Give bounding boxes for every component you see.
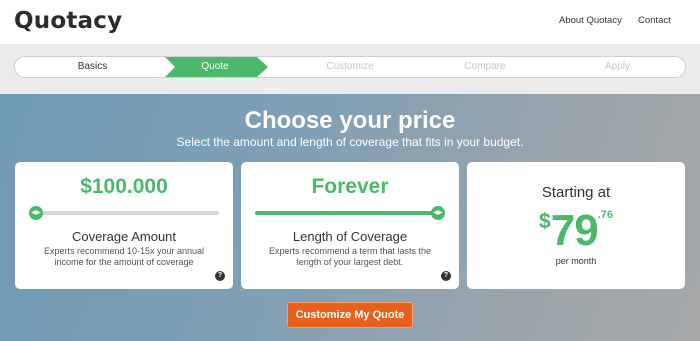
coverage-amount-label: Coverage Amount bbox=[71, 229, 177, 244]
coverage-length-card: Forever ◀▶ Length of Coverage Experts re… bbox=[241, 162, 459, 289]
coverage-length-slider-handle[interactable]: ◀▶ bbox=[431, 206, 445, 220]
coverage-length-slider-fill bbox=[255, 211, 445, 215]
question-circle-icon[interactable]: ? bbox=[441, 271, 451, 281]
step-quote[interactable]: Quote bbox=[165, 57, 265, 77]
price-cents: .76 bbox=[597, 209, 613, 221]
coverage-amount-slider-handle[interactable]: ◀▶ bbox=[29, 206, 43, 220]
coverage-length-help: Experts recommend a term that lasts the … bbox=[268, 246, 432, 267]
price-period: per month bbox=[555, 256, 597, 266]
coverage-length-label: Length of Coverage bbox=[292, 229, 408, 244]
coverage-amount-help: Experts recommend 10-15x your annual inc… bbox=[43, 246, 205, 267]
progress-band: Basics Quote Customize Compare Apply bbox=[0, 44, 700, 94]
step-compare: Compare bbox=[464, 61, 506, 72]
coverage-length-value: Forever bbox=[311, 175, 389, 198]
nav-contact-link[interactable]: Contact bbox=[638, 15, 671, 26]
page-title: Choose your price bbox=[244, 107, 456, 134]
coverage-length-slider-track[interactable] bbox=[255, 211, 445, 215]
nav-about-link[interactable]: About Quotacy bbox=[559, 15, 622, 26]
slider-arrows-icon: ◀▶ bbox=[433, 209, 443, 216]
slider-arrows-icon: ◀▶ bbox=[31, 209, 41, 216]
coverage-amount-value: $100.000 bbox=[80, 175, 168, 198]
price-currency: $ bbox=[539, 210, 551, 233]
price-dollars: 79 bbox=[550, 206, 599, 255]
customize-quote-button[interactable]: Customize My Quote bbox=[287, 302, 413, 328]
step-customize: Customize bbox=[326, 61, 374, 72]
coverage-amount-slider-track[interactable] bbox=[29, 211, 219, 215]
progress-steps: Basics Quote Customize Compare Apply bbox=[14, 56, 686, 78]
price-starting-label: Starting at bbox=[541, 184, 611, 201]
top-header: Quotacy About Quotacy Contact bbox=[0, 0, 700, 44]
hero-section: Choose your price Select the amount and … bbox=[0, 94, 700, 341]
step-basics[interactable]: Basics bbox=[15, 57, 170, 77]
page-subtitle: Select the amount and length of coverage… bbox=[176, 135, 524, 149]
quotacy-logo[interactable]: Quotacy bbox=[14, 8, 122, 34]
price-card: Starting at $79.76 per month bbox=[467, 162, 685, 289]
coverage-amount-card: $100.000 ◀▶ Coverage Amount Experts reco… bbox=[15, 162, 233, 289]
question-circle-icon[interactable]: ? bbox=[215, 271, 225, 281]
price-display: $79.76 bbox=[467, 206, 685, 256]
step-apply: Apply bbox=[604, 61, 630, 72]
